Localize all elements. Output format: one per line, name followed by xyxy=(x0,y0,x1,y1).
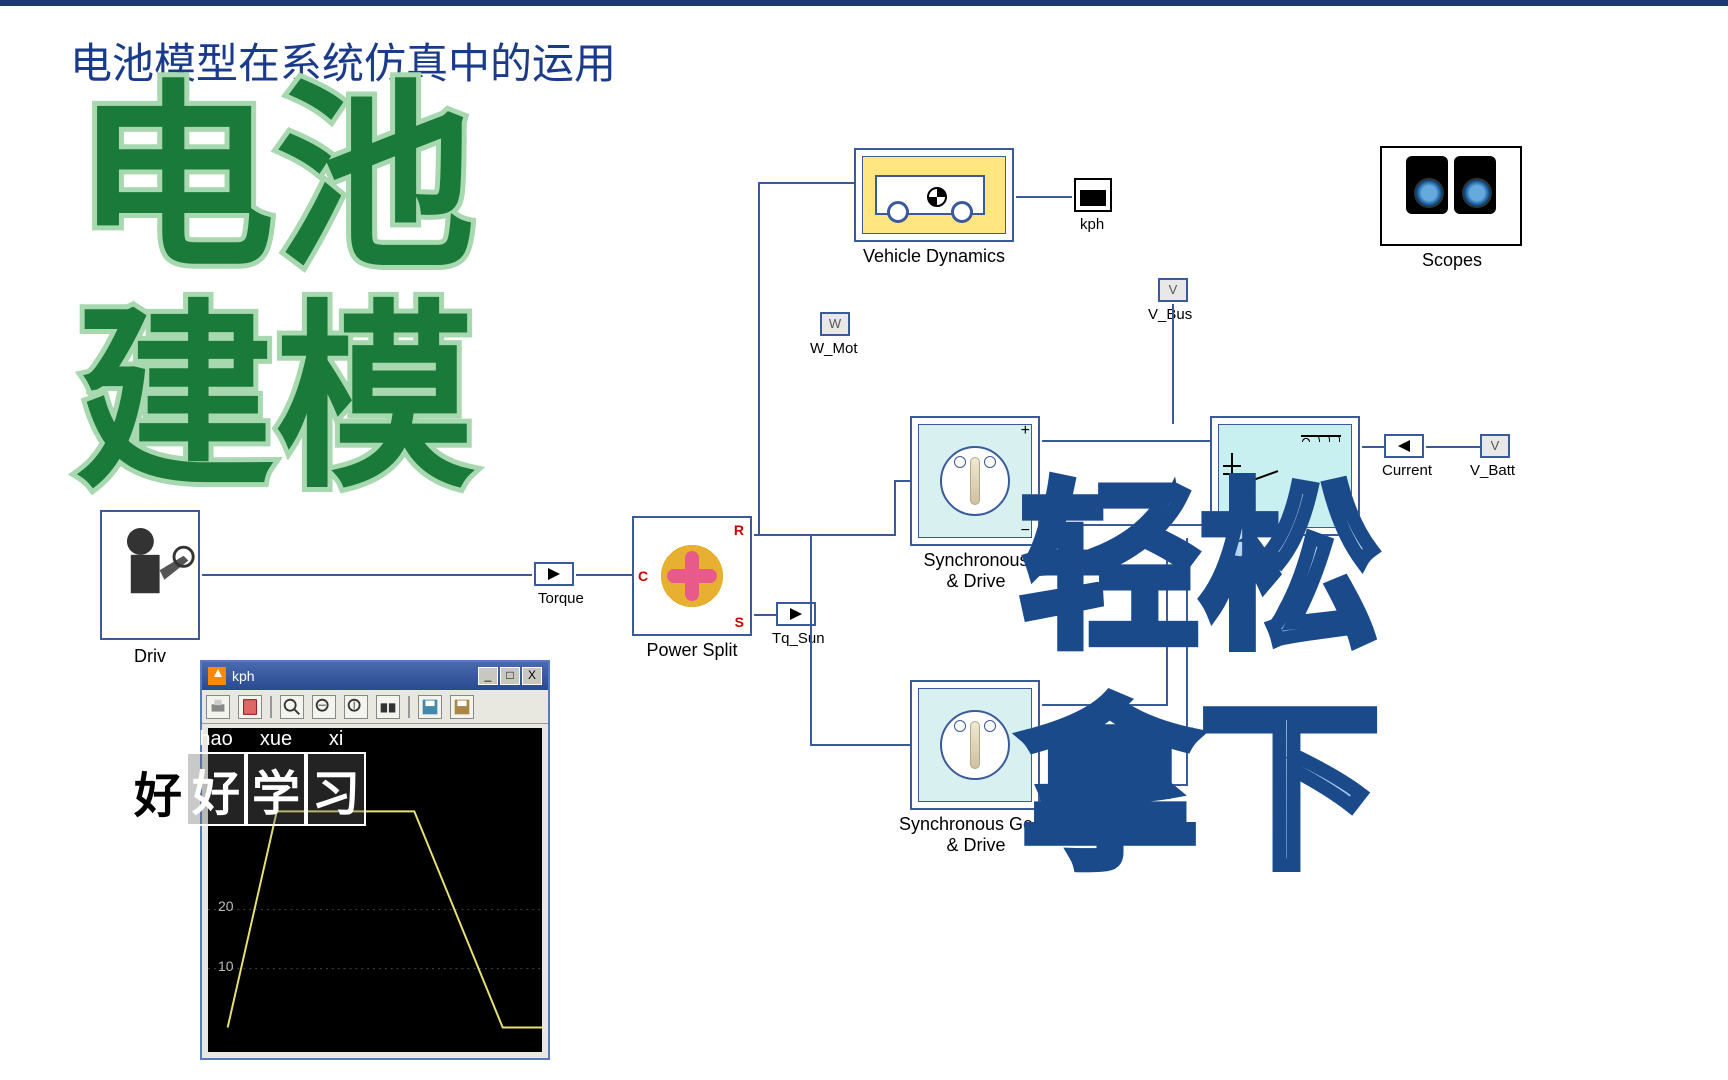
signal-line xyxy=(758,182,760,536)
subtitle-char-active: xue 学 xyxy=(246,752,306,826)
subtitle: 好 hao 好 xue 学 xi 习 xyxy=(130,752,366,826)
tq-sun-label: Tq_Sun xyxy=(772,630,825,647)
subtitle-char-active: hao 好 xyxy=(186,752,246,826)
motor-icon xyxy=(918,424,1032,538)
power-split-block[interactable]: R S C xyxy=(632,516,752,636)
signal-line xyxy=(1042,440,1210,442)
save-config-icon[interactable] xyxy=(418,695,442,719)
print-icon[interactable] xyxy=(206,695,230,719)
y-tick-20: 20 xyxy=(218,898,234,914)
torque-label: Torque xyxy=(538,590,584,607)
signal-line xyxy=(758,182,854,184)
top-border xyxy=(0,0,1728,6)
driver-block[interactable] xyxy=(100,510,200,640)
w-mot-tag[interactable]: W xyxy=(820,312,850,336)
overlay-green-line1: 电池 xyxy=(75,80,475,280)
current-label: Current xyxy=(1382,462,1432,479)
power-split-label: Power Split xyxy=(592,640,792,661)
signal-line xyxy=(576,574,632,576)
kph-scope-window[interactable]: kph _ □ X 10 20 xyxy=(200,660,550,1060)
close-button[interactable]: X xyxy=(522,667,542,685)
vehicle-icon xyxy=(862,156,1006,234)
autoscale-icon[interactable] xyxy=(376,695,400,719)
kph-label: kph xyxy=(1080,216,1104,233)
signal-line xyxy=(754,614,776,616)
vehicle-dynamics-block[interactable] xyxy=(854,148,1014,242)
subtitle-char-active: xi 习 xyxy=(306,752,366,826)
scope-toolbar xyxy=(202,690,548,724)
minimize-button[interactable]: _ xyxy=(478,667,498,685)
overlay-blue-line2: 拿下 xyxy=(1020,700,1380,880)
pinyin: xi xyxy=(329,728,343,751)
current-from[interactable] xyxy=(1384,434,1424,458)
y-tick-10: 10 xyxy=(218,958,234,974)
v-bus-tag[interactable]: V xyxy=(1158,278,1188,302)
signal-line xyxy=(1016,196,1072,198)
v-bus-label: V_Bus xyxy=(1148,306,1192,323)
overlay-green-line2: 建模 xyxy=(75,300,475,500)
restore-config-icon[interactable] xyxy=(450,695,474,719)
signal-line xyxy=(810,536,812,746)
scopes-block[interactable] xyxy=(1380,146,1522,246)
scope-title: kph xyxy=(232,668,476,684)
signal-line xyxy=(1172,304,1174,424)
pinyin: xue xyxy=(260,728,292,751)
w-mot-label: W_Mot xyxy=(810,340,858,357)
binoculars-icon xyxy=(1386,156,1516,240)
signal-line xyxy=(202,574,532,576)
vehicle-dynamics-label: Vehicle Dynamics xyxy=(834,246,1034,267)
zoom-in-icon[interactable] xyxy=(280,695,304,719)
scope-titlebar[interactable]: kph _ □ X xyxy=(202,662,548,690)
gear-icon xyxy=(652,536,732,616)
maximize-button[interactable]: □ xyxy=(500,667,520,685)
port-c: C xyxy=(638,568,648,584)
v-batt-label: V_Batt xyxy=(1470,462,1515,479)
port-s: S xyxy=(735,614,744,630)
port-r: R xyxy=(734,522,744,538)
torque-goto[interactable] xyxy=(534,562,574,586)
subtitle-char: 好 xyxy=(130,756,186,826)
signal-line xyxy=(894,480,910,482)
signal-line xyxy=(894,480,896,536)
pinyin: hao xyxy=(199,728,232,751)
signal-line xyxy=(754,534,894,536)
scopes-label: Scopes xyxy=(1352,250,1552,271)
signal-line xyxy=(1362,446,1384,448)
v-batt-tag[interactable]: V xyxy=(1480,434,1510,458)
kph-scope-block[interactable] xyxy=(1074,178,1112,212)
overlay-blue-line1: 轻松 xyxy=(1020,480,1380,660)
zoom-y-icon[interactable] xyxy=(344,695,368,719)
matlab-icon xyxy=(208,667,226,685)
generator-icon xyxy=(918,688,1032,802)
signal-line xyxy=(810,744,910,746)
signal-line xyxy=(1426,446,1480,448)
params-icon[interactable] xyxy=(238,695,262,719)
zoom-x-icon[interactable] xyxy=(312,695,336,719)
cg-icon xyxy=(927,187,947,207)
